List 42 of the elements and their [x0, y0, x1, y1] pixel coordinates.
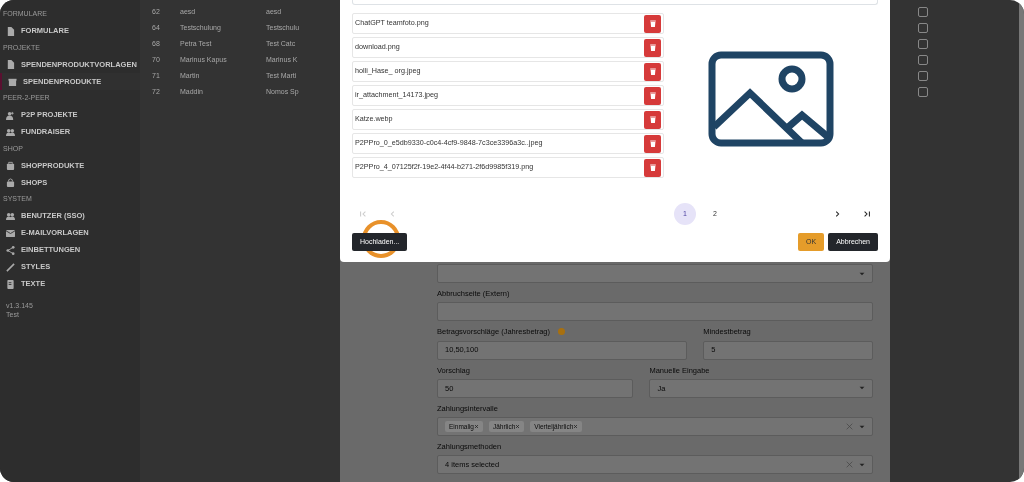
trash-icon: [648, 115, 657, 124]
remove-icon: [515, 424, 521, 430]
delete-button[interactable]: [644, 110, 661, 129]
delete-button[interactable]: [644, 14, 661, 33]
trash-icon: [648, 19, 657, 28]
image-icon: [708, 51, 834, 148]
trash-icon: [648, 67, 657, 76]
clear-icon: [846, 461, 853, 469]
caret-icon: [859, 385, 865, 392]
user-add-icon: [6, 110, 15, 120]
bag-icon: [6, 161, 15, 170]
chevron-icon: [389, 210, 397, 218]
caret-icon: [859, 461, 865, 468]
pencil-icon: [6, 262, 15, 272]
users-icon: [6, 127, 15, 137]
caret-icon: [859, 270, 865, 277]
delete-button[interactable]: [644, 158, 661, 177]
gift-icon: [8, 77, 17, 86]
skip-icon: [863, 210, 871, 218]
document-icon: [6, 279, 15, 289]
delete-button[interactable]: [644, 62, 661, 81]
remove-icon: [473, 424, 479, 430]
share-icon: [6, 245, 15, 255]
delete-button[interactable]: [644, 38, 661, 57]
delete-button[interactable]: [644, 86, 661, 105]
trash-icon: [648, 43, 657, 52]
envelope-icon: [6, 228, 15, 238]
chevron-icon: [833, 210, 841, 218]
caret-icon: [859, 423, 865, 430]
remove-icon: [573, 424, 579, 430]
trash-icon: [648, 163, 657, 172]
trash-icon: [648, 91, 657, 100]
text-field[interactable]: [352, 0, 878, 5]
file-icon: [6, 26, 15, 36]
clear-icon: [846, 423, 853, 430]
file-icon: [6, 60, 15, 69]
delete-button[interactable]: [644, 134, 661, 153]
trash-icon: [648, 139, 657, 148]
bag-icon: [6, 178, 15, 187]
skip-icon: [359, 210, 367, 218]
select-field[interactable]: [437, 264, 873, 283]
users-icon: [6, 211, 15, 221]
